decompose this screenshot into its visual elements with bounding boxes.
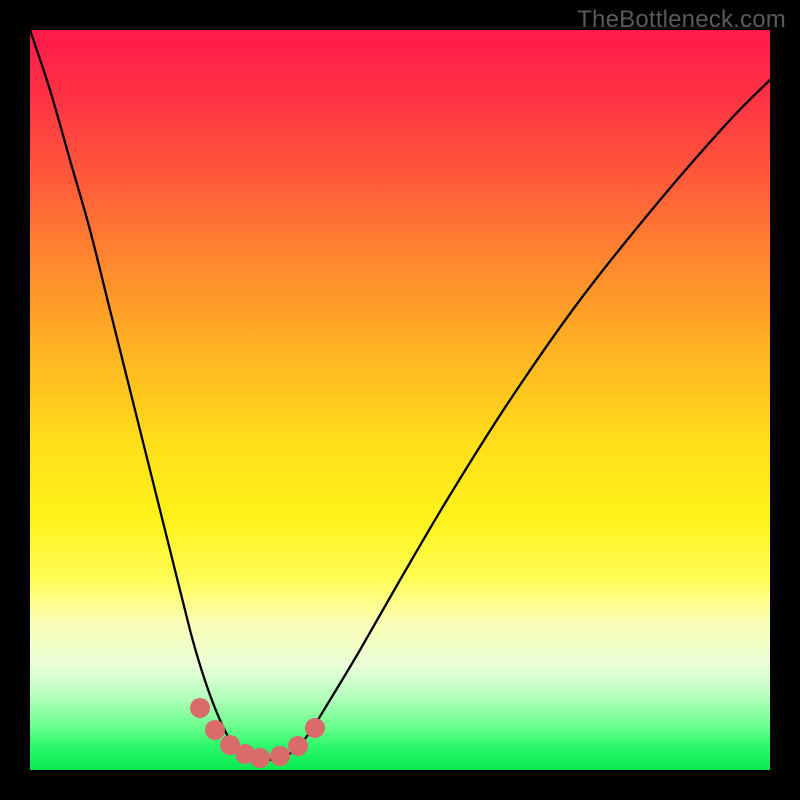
optimal-marker	[270, 746, 290, 766]
plot-area	[30, 30, 770, 770]
optimal-marker	[288, 736, 308, 756]
chart-svg	[30, 30, 770, 770]
optimal-marker	[305, 718, 325, 738]
optimal-marker	[205, 720, 225, 740]
optimal-marker	[190, 698, 210, 718]
optimal-marker	[250, 748, 270, 768]
chart-frame: TheBottleneck.com	[0, 0, 800, 800]
optimal-markers-group	[190, 698, 325, 768]
bottleneck-curve	[30, 30, 770, 760]
